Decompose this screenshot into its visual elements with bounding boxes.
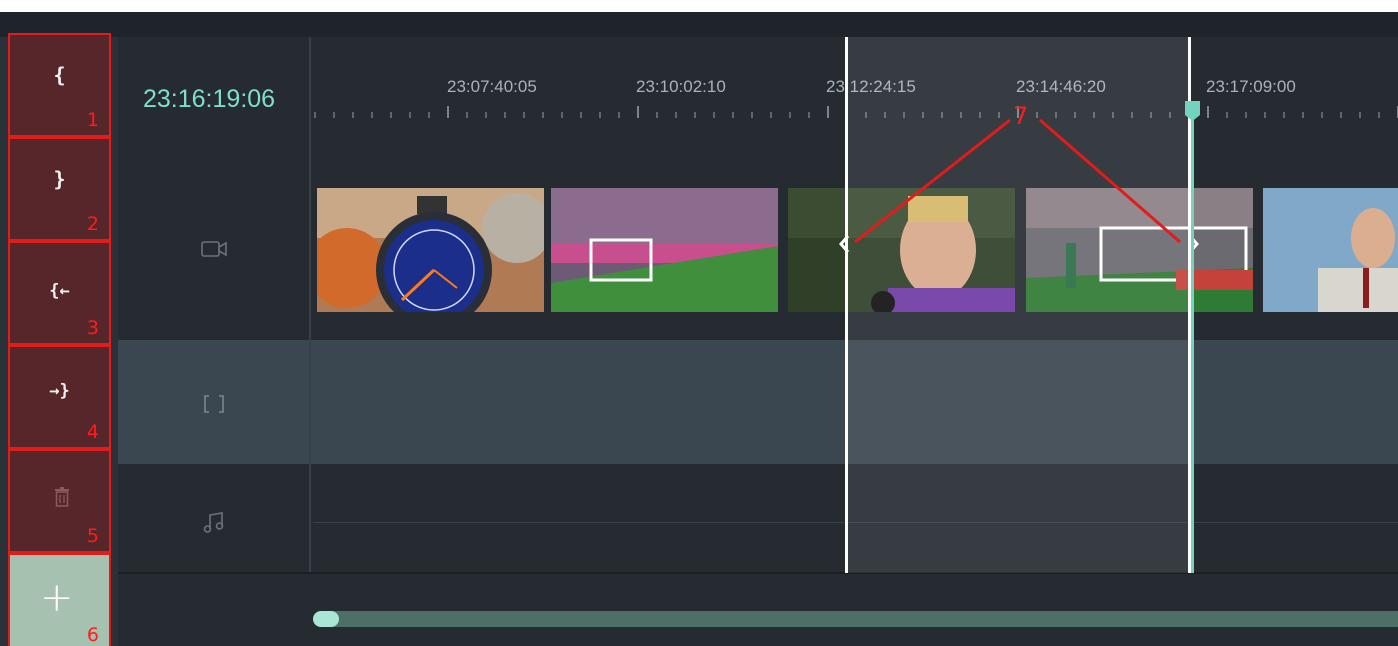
open-brace-icon: { [53, 63, 66, 87]
scrollbar-thumb[interactable] [313, 611, 339, 627]
delete-selection-button[interactable]: 5 [8, 449, 111, 553]
in-point-marker[interactable] [845, 37, 848, 573]
music-note-icon [203, 512, 224, 533]
trash-icon [55, 487, 69, 507]
video-camera-icon [201, 241, 227, 257]
plus-icon: + [40, 575, 74, 621]
go-to-in-icon: {← [49, 281, 70, 301]
top-bar [0, 12, 1398, 37]
playhead-line[interactable] [1191, 115, 1194, 573]
track-header-divider [309, 37, 311, 573]
add-clip-button[interactable]: + 6 [8, 553, 111, 646]
current-timecode: 23:16:19:06 [143, 85, 276, 113]
annotation-label: 3 [86, 317, 99, 339]
set-in-point-button[interactable]: { 1 [8, 33, 111, 137]
ruler-label: 23:17:09:00 [1206, 77, 1296, 96]
go-to-in-point-button[interactable]: {← 3 [8, 241, 111, 345]
clip-thumbnail-stopwatch[interactable] [317, 188, 544, 312]
set-out-point-button[interactable]: } 2 [8, 137, 111, 241]
annotation-label: 4 [86, 421, 99, 443]
ruler-label: 23:07:40:05 [447, 77, 537, 96]
annotation-label: 2 [86, 213, 99, 235]
annotation-label: 6 [86, 624, 99, 646]
ruler-label: 23:10:02:10 [636, 77, 726, 96]
annotation-label: 1 [86, 109, 99, 131]
close-brace-icon: } [53, 167, 66, 191]
timeline-scroll-area [118, 574, 1398, 646]
clip-thumbnail-stadium[interactable] [551, 188, 778, 312]
go-to-out-icon: →} [49, 381, 70, 401]
annotation-label: 7 [1013, 102, 1029, 130]
horizontal-scrollbar[interactable] [313, 611, 1398, 627]
annotation-label: 5 [86, 525, 99, 547]
go-to-out-point-button[interactable]: →} 4 [8, 345, 111, 449]
clip-thumbnail-anchor[interactable] [1263, 188, 1398, 312]
brackets-icon [204, 395, 224, 413]
